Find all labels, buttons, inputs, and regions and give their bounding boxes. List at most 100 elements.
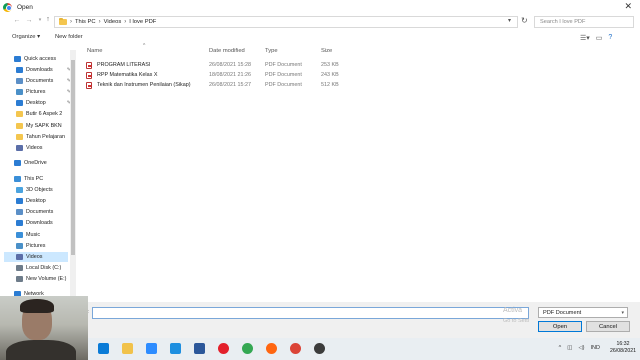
sidebar-item[interactable]: Pictures <box>16 241 45 251</box>
refresh-icon[interactable]: ↻ <box>521 16 528 25</box>
sidebar-item[interactable]: Downloads <box>16 65 53 75</box>
chevron-up-icon[interactable]: ^ <box>559 345 562 351</box>
sidebar-item-label: Butir 6 Aspek 2 <box>26 111 63 117</box>
column-type[interactable]: Type <box>265 48 278 54</box>
breadcrumb-this-pc[interactable]: This PC <box>75 19 96 25</box>
close-button[interactable]: ✕ <box>624 1 632 12</box>
breadcrumb-videos[interactable]: Videos <box>104 19 122 25</box>
new-folder-button[interactable]: New folder <box>55 34 83 40</box>
column-date-modified[interactable]: Date modified <box>209 48 245 54</box>
chevron-right-icon: › <box>124 19 127 25</box>
sidebar-scrollbar[interactable] <box>70 50 76 300</box>
file-date: 26/08/2021 15:28 <box>209 62 251 68</box>
firefox-icon[interactable] <box>266 343 277 354</box>
sidebar-item[interactable]: Desktop <box>16 196 46 206</box>
sidebar-item-label: 3D Objects <box>26 187 53 193</box>
sidebar-item-label: New Volume (E:) <box>26 276 67 282</box>
file-row[interactable]: PROGRAM LITERASI 26/08/2021 15:28 PDF Docu… <box>86 60 396 70</box>
filename-input[interactable] <box>92 307 529 319</box>
file-name: PROGRAM LITERASI <box>97 62 151 68</box>
forward-icon[interactable]: → <box>24 17 34 24</box>
chevron-right-icon: › <box>98 19 101 25</box>
open-button[interactable]: Open <box>538 321 582 332</box>
sidebar-item-label: Desktop <box>26 100 46 106</box>
videos-icon <box>16 254 23 260</box>
pdf-file-icon <box>86 81 92 89</box>
chrome-icon[interactable] <box>242 343 253 354</box>
breadcrumb[interactable]: › This PC › Videos › I love PDF <box>54 16 518 28</box>
desktop-icon <box>16 100 23 106</box>
view-controls: ☰▾ ▭ ? <box>580 34 612 42</box>
file-list: ^ Name Date modified Type Size PROGRAM L… <box>80 43 640 304</box>
sidebar-item-label: Local Disk (C:) <box>26 265 62 271</box>
pictures-icon <box>16 89 23 95</box>
sidebar-item[interactable]: This PC <box>14 174 43 184</box>
sidebar-item[interactable]: My SAPK BKN <box>16 121 62 131</box>
file-row[interactable]: Teknik dan Instrumen Penilaian (Sikap) 26… <box>86 80 396 90</box>
word-icon[interactable] <box>194 343 205 354</box>
file-size: 243 KB <box>321 72 339 78</box>
sidebar-item[interactable]: Videos <box>16 143 42 153</box>
cube-icon <box>16 187 23 193</box>
back-icon[interactable]: ← <box>12 17 22 24</box>
file-size: 253 KB <box>321 62 339 68</box>
sidebar-item[interactable]: Documents <box>16 76 53 86</box>
person-hair <box>20 299 54 313</box>
column-name[interactable]: Name <box>87 48 102 54</box>
file-date: 18/08/2021 21:26 <box>209 72 251 78</box>
search-input[interactable]: Search I love PDF <box>534 16 634 28</box>
star-icon <box>14 56 21 62</box>
filetype-value: PDF Document <box>543 309 582 316</box>
preview-pane-icon[interactable]: ▭ <box>596 34 603 42</box>
watermark-line-2: Go to Setti <box>503 318 529 324</box>
clock-time: 16:32 <box>616 341 630 347</box>
file-name: Teknik dan Instrumen Penilaian (Sikap) <box>97 82 191 88</box>
language-indicator[interactable]: IND <box>591 345 600 351</box>
address-dropdown-icon[interactable]: ▾ <box>508 17 511 24</box>
sidebar-item[interactable]: Videos <box>4 252 68 262</box>
dialog-footer: e: Activa Go to Setti PDF Document ▾ Ope… <box>0 302 640 338</box>
title-bar: Open ✕ <box>0 0 640 14</box>
zoom-icon[interactable] <box>146 343 157 354</box>
view-options-icon[interactable]: ☰▾ <box>580 34 590 42</box>
folder-icon <box>16 111 23 117</box>
sidebar-item[interactable]: New Volume (E:) <box>16 274 66 284</box>
clock[interactable]: 16:32 26/08/2021 <box>610 341 636 355</box>
sidebar-item[interactable]: Downloads <box>16 218 53 228</box>
sidebar-item-label: Pictures <box>26 243 46 249</box>
organize-button[interactable]: Organize ▾ <box>12 34 40 40</box>
sidebar-item[interactable]: OneDrive <box>14 158 47 168</box>
sidebar-item-label: Desktop <box>26 198 46 204</box>
chrome-active-icon[interactable] <box>290 343 301 354</box>
ie-icon[interactable] <box>170 343 181 354</box>
chevron-down-icon: ▾ <box>621 309 624 316</box>
documents-icon <box>16 78 23 84</box>
sidebar-item[interactable]: Desktop <box>16 98 46 108</box>
breadcrumb-i-love-pdf[interactable]: I love PDF <box>129 19 156 25</box>
sidebar-item[interactable]: 3D Objects <box>16 185 53 195</box>
obs-icon[interactable] <box>314 343 325 354</box>
network-icon[interactable]: ◫ <box>567 345 572 351</box>
sidebar-item[interactable]: Local Disk (C:) <box>16 263 61 273</box>
up-icon[interactable]: ↑ <box>43 16 53 23</box>
opera-icon[interactable] <box>218 343 229 354</box>
filetype-select[interactable]: PDF Document ▾ <box>538 307 628 318</box>
sidebar-item[interactable]: Music <box>16 230 40 240</box>
help-icon[interactable]: ? <box>608 34 612 42</box>
volume-icon[interactable]: ◁) <box>578 345 584 351</box>
column-size[interactable]: Size <box>321 48 332 54</box>
system-tray: ^ ◫ ◁) IND <box>559 345 600 351</box>
explorer-icon[interactable] <box>122 343 133 354</box>
documents-icon <box>16 209 23 215</box>
sidebar-item[interactable]: Butir 6 Aspek 2 <box>16 109 62 119</box>
sidebar-item[interactable]: Tahun Pelajaran <box>16 132 65 142</box>
edge-icon[interactable] <box>98 343 109 354</box>
taskbar: ^ ◫ ◁) IND 16:32 26/08/2021 <box>0 338 640 360</box>
sidebar-item[interactable]: Pictures <box>16 87 45 97</box>
sidebar-item[interactable]: Documents <box>16 207 53 217</box>
cancel-button[interactable]: Cancel <box>586 321 630 332</box>
file-name: RPP Matematika Kelas X <box>97 72 158 78</box>
scrollbar-thumb[interactable] <box>71 60 75 255</box>
sidebar-item[interactable]: Quick access <box>14 54 56 64</box>
file-row[interactable]: RPP Matematika Kelas X 18/08/2021 21:26 PD… <box>86 70 396 80</box>
